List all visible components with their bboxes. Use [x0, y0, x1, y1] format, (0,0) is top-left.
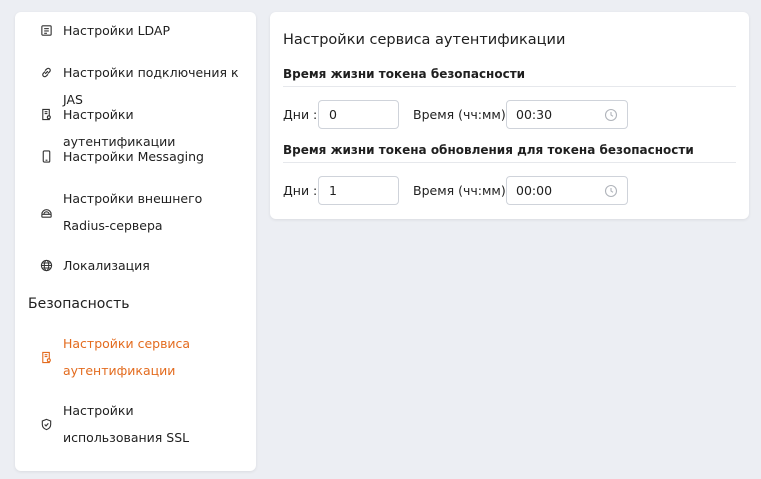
shield-icon: [39, 397, 53, 451]
link-icon: [39, 59, 53, 86]
refresh-token-lifetime-title: Время жизни токена обновления для токена…: [283, 143, 694, 157]
time-label: Время (чч:мм) :: [413, 107, 514, 122]
token-time-picker[interactable]: 00:30: [506, 100, 628, 129]
auth-service-icon: [39, 330, 53, 384]
auth-document-icon: [39, 101, 53, 128]
token-lifetime-title: Время жизни токена безопасности: [283, 67, 526, 81]
radius-server-icon: [39, 185, 53, 239]
days-label: Дни :: [283, 183, 318, 198]
sidebar-item-messaging[interactable]: Настройки Messaging: [39, 143, 248, 170]
sidebar-item-radius-server[interactable]: Настройки внешнего Radius-сервера: [39, 185, 248, 239]
days-label: Дни :: [283, 107, 318, 122]
ldap-icon: [39, 17, 53, 44]
sidebar-item-auth-service[interactable]: Настройки сервиса аутентификации: [39, 330, 248, 384]
refresh-time-picker[interactable]: 00:00: [506, 176, 628, 205]
token-time-value: 00:30: [516, 107, 553, 122]
time-label: Время (чч:мм) :: [413, 183, 514, 198]
sidebar-item-label: Настройки LDAP: [63, 23, 171, 38]
settings-sidebar: Настройки LDAP Настройки подключения к J…: [15, 12, 256, 471]
sidebar-item-label: Настройки сервиса аутентификации: [63, 336, 191, 378]
sidebar-item-label: Настройки внешнего Radius-сервера: [63, 191, 203, 233]
refresh-time-value: 00:00: [516, 183, 553, 198]
page-title: Настройки сервиса аутентификации: [283, 32, 566, 48]
sidebar-item-ldap[interactable]: Настройки LDAP: [39, 17, 248, 44]
sidebar-item-localization[interactable]: Локализация: [39, 252, 248, 279]
sidebar-item-ssl[interactable]: Настройки использования SSL: [39, 397, 248, 451]
divider: [283, 86, 736, 87]
mobile-phone-icon: [39, 143, 53, 170]
divider: [283, 162, 736, 163]
token-days-input[interactable]: [318, 100, 399, 129]
refresh-days-input[interactable]: [318, 176, 399, 205]
sidebar-item-label: Локализация: [63, 258, 150, 273]
sidebar-item-label: Настройки Messaging: [63, 149, 204, 164]
clock-icon: [604, 184, 618, 198]
clock-icon: [604, 108, 618, 122]
sidebar-item-label: Настройки использования SSL: [63, 403, 190, 445]
auth-service-settings-panel: Настройки сервиса аутентификации Время ж…: [270, 12, 749, 219]
sidebar-section-security: Безопасность: [28, 296, 130, 312]
globe-icon: [39, 252, 53, 279]
